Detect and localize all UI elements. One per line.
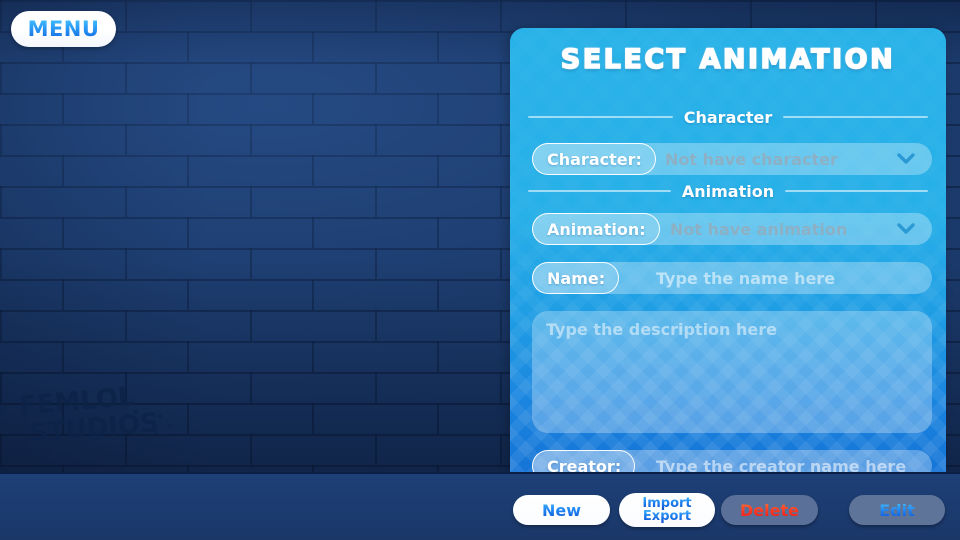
export-button-label: Export	[642, 509, 692, 524]
chevron-down-icon[interactable]	[896, 220, 916, 238]
creator-field-placeholder: Type the creator name here	[656, 456, 907, 473]
description-textarea[interactable]: Type the description here	[532, 311, 932, 433]
edit-button-label: Edit	[879, 500, 915, 520]
panel-title: SELECT ANIMATION	[560, 43, 896, 76]
divider-line-right	[785, 190, 928, 192]
menu-button-label: MENU	[27, 17, 100, 41]
delete-button-label: Delete	[740, 500, 799, 520]
import-button-label: Import	[642, 495, 692, 511]
character-dropdown-label: Character:	[532, 143, 656, 175]
edit-button[interactable]: Edit	[849, 495, 945, 525]
divider-line-right	[783, 116, 928, 118]
name-field-label: Name:	[532, 262, 620, 294]
new-button-label: New	[541, 500, 582, 520]
import-export-button[interactable]: Import Export	[619, 493, 715, 527]
animation-dropdown-value: Not have animation	[670, 219, 848, 239]
new-button[interactable]: New	[513, 495, 610, 525]
section-header-animation: Animation	[528, 181, 928, 201]
creator-field-label: Creator:	[532, 450, 636, 472]
section-header-character: Character	[528, 107, 928, 127]
animation-dropdown-label: Animation:	[532, 213, 660, 245]
bottom-action-bar: New Import Export Delete Edit	[0, 472, 960, 540]
select-animation-panel: SELECT ANIMATION Character Character: No…	[510, 28, 946, 472]
description-placeholder: Type the description here	[546, 320, 777, 339]
animation-dropdown[interactable]: Animation: Not have animation	[532, 213, 932, 245]
menu-button[interactable]: MENU	[11, 11, 116, 47]
name-field-placeholder: Type the name here	[656, 268, 836, 288]
divider-line-left	[528, 190, 671, 192]
section-label-character: Character	[683, 107, 773, 127]
character-dropdown-value: Not have character	[665, 149, 838, 169]
name-field[interactable]: Name: Type the name here	[532, 262, 932, 294]
section-label-animation: Animation	[681, 181, 775, 201]
divider-line-left	[528, 116, 673, 118]
creator-field[interactable]: Creator: Type the creator name here	[532, 450, 932, 472]
action-button-row: New Import Export Delete Edit	[505, 493, 955, 529]
character-dropdown[interactable]: Character: Not have character	[532, 143, 932, 175]
chevron-down-icon[interactable]	[896, 150, 916, 168]
delete-button[interactable]: Delete	[721, 495, 818, 525]
